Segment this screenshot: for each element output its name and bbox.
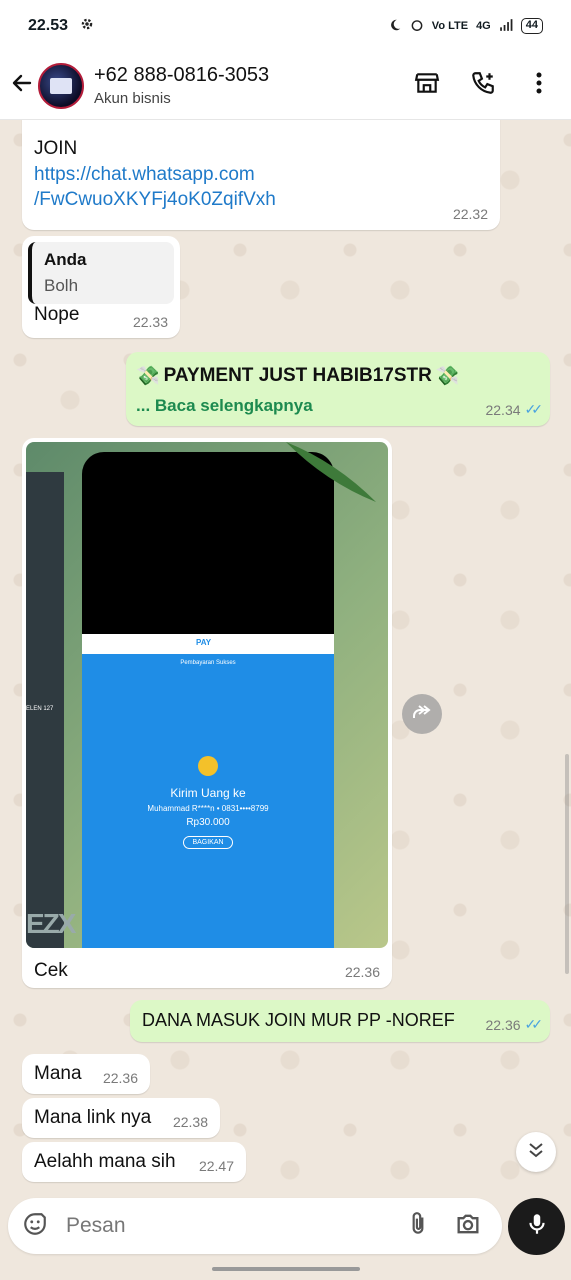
pay-status: Pembayaran Sukses — [180, 660, 236, 666]
emoji-button[interactable] — [20, 1211, 50, 1241]
message-outgoing[interactable]: 💸 PAYMENT JUST HABIB17STR 💸 ... Baca sel… — [126, 352, 550, 426]
quote-author: Anda — [44, 250, 87, 269]
message-incoming[interactable]: Mana link nya 22.38 — [22, 1098, 220, 1138]
message-incoming[interactable]: Mana 22.36 — [22, 1054, 150, 1094]
gesture-nav-bar[interactable] — [212, 1267, 360, 1271]
forward-icon — [410, 700, 434, 729]
message-text: Mana link nya — [34, 1107, 152, 1128]
chat-area[interactable]: JOIN https://chat.whatsapp.com /FwCwuoXK… — [0, 120, 571, 1196]
attach-button[interactable] — [402, 1210, 434, 1242]
avatar[interactable] — [38, 62, 84, 109]
message-text: Nope — [34, 304, 80, 325]
store-icon — [414, 70, 440, 101]
mic-icon — [524, 1211, 550, 1242]
message-incoming[interactable]: Anda Bolh Nope 22.33 — [22, 236, 180, 338]
side-text: ELEN 127 — [26, 706, 54, 712]
message-time: 22.36 — [344, 964, 380, 980]
side-screenshot: ELEN 127 EZX — [26, 472, 76, 948]
status-bar: 22.53 Vo LTE 4G 44 — [0, 0, 571, 52]
read-ticks-icon: ✓✓ — [524, 1016, 544, 1032]
message-text: Aelahh mana sih — [34, 1151, 176, 1172]
scroll-down-icon — [526, 1140, 546, 1165]
add-call-icon — [470, 70, 496, 101]
link-line-2: /FwCwuoXKYFj4oK0ZqifVxh — [34, 189, 276, 210]
network-label: 4G — [476, 20, 491, 32]
image-attachment[interactable]: ELEN 127 EZX PAY Pembayaran Sukses Kirim… — [26, 442, 388, 948]
pay-title: Kirim Uang ke — [170, 786, 246, 800]
message-text: DANA MASUK JOIN MUR PP -NOREF — [142, 1010, 455, 1030]
contact-info[interactable]: +62 888-0816-3053 Akun bisnis — [94, 64, 269, 107]
message-time: 22.47 — [198, 1158, 234, 1174]
more-options-button[interactable] — [523, 70, 555, 102]
message-time: 22.32 — [452, 206, 488, 222]
quoted-message[interactable]: Anda Bolh — [28, 242, 174, 304]
add-call-button[interactable] — [467, 70, 499, 102]
link-line-1: https://chat.whatsapp.com — [34, 164, 255, 185]
money-wings-emoji: 💸 — [435, 366, 460, 387]
scrollbar[interactable] — [565, 754, 569, 974]
message-text: Mana — [34, 1063, 82, 1084]
pay-share: BAGIKAN — [183, 836, 233, 849]
emoji-sticker-icon — [22, 1211, 48, 1242]
pay-app-name: PAY — [196, 638, 212, 647]
leaf-decoration — [286, 442, 376, 502]
store-button[interactable] — [411, 70, 443, 102]
pay-recipient: Muhammad R****n • 0831••••8799 — [147, 804, 269, 813]
pay-header: PAY — [82, 634, 334, 654]
side-letters: EZX — [26, 908, 76, 939]
chat-header: +62 888-0816-3053 Akun bisnis — [0, 52, 571, 120]
message-text: JOIN — [34, 138, 78, 159]
message-incoming-image[interactable]: ELEN 127 EZX PAY Pembayaran Sukses Kirim… — [22, 438, 392, 988]
mic-button[interactable] — [508, 1198, 565, 1255]
message-outgoing[interactable]: DANA MASUK JOIN MUR PP -NOREF 22.36 ✓✓ — [130, 1000, 550, 1042]
money-wings-emoji: 💸 — [136, 366, 160, 387]
quote-text: Bolh — [44, 276, 79, 295]
back-button[interactable] — [4, 68, 40, 104]
message-text: PAYMENT JUST HABIB17STR — [163, 365, 432, 386]
pay-amount: Rp30.000 — [186, 817, 230, 828]
message-time: 22.36 — [102, 1070, 138, 1086]
image-caption: Cek — [34, 960, 68, 981]
payment-confirmation: Pembayaran Sukses Kirim Uang ke Muhammad… — [82, 654, 334, 948]
moon-icon — [388, 18, 402, 35]
back-arrow-icon — [10, 71, 34, 100]
message-link[interactable]: https://chat.whatsapp.com /FwCwuoXKYFj4o… — [34, 162, 276, 212]
coin-icon — [198, 756, 218, 776]
signal-icon — [499, 18, 513, 35]
battery-indicator: 44 — [520, 18, 543, 34]
attach-icon — [405, 1211, 431, 1242]
message-incoming[interactable]: JOIN https://chat.whatsapp.com /FwCwuoXK… — [22, 120, 500, 230]
settings-icon — [80, 17, 94, 36]
scroll-down-button[interactable] — [516, 1132, 556, 1172]
message-time: 22.36 — [485, 1016, 521, 1033]
message-time: 22.34 — [485, 401, 521, 418]
message-incoming[interactable]: Aelahh mana sih 22.47 — [22, 1142, 246, 1182]
camera-button[interactable] — [452, 1210, 484, 1242]
alarm-icon — [410, 18, 424, 35]
camera-icon — [454, 1210, 482, 1243]
read-more-link[interactable]: ... Baca selengkapnya — [136, 396, 313, 416]
message-time: 22.38 — [172, 1114, 208, 1130]
message-input[interactable]: Pesan — [66, 1214, 402, 1238]
message-composer[interactable]: Pesan — [8, 1198, 502, 1254]
read-ticks-icon: ✓✓ — [524, 401, 544, 417]
more-vert-icon — [529, 70, 549, 101]
status-time: 22.53 — [28, 17, 69, 34]
contact-name: +62 888-0816-3053 — [94, 64, 270, 86]
volte-label: Vo LTE — [431, 20, 469, 32]
contact-subtitle: Akun bisnis — [94, 90, 171, 107]
message-time: 22.33 — [132, 314, 168, 330]
forward-button[interactable] — [402, 694, 442, 734]
